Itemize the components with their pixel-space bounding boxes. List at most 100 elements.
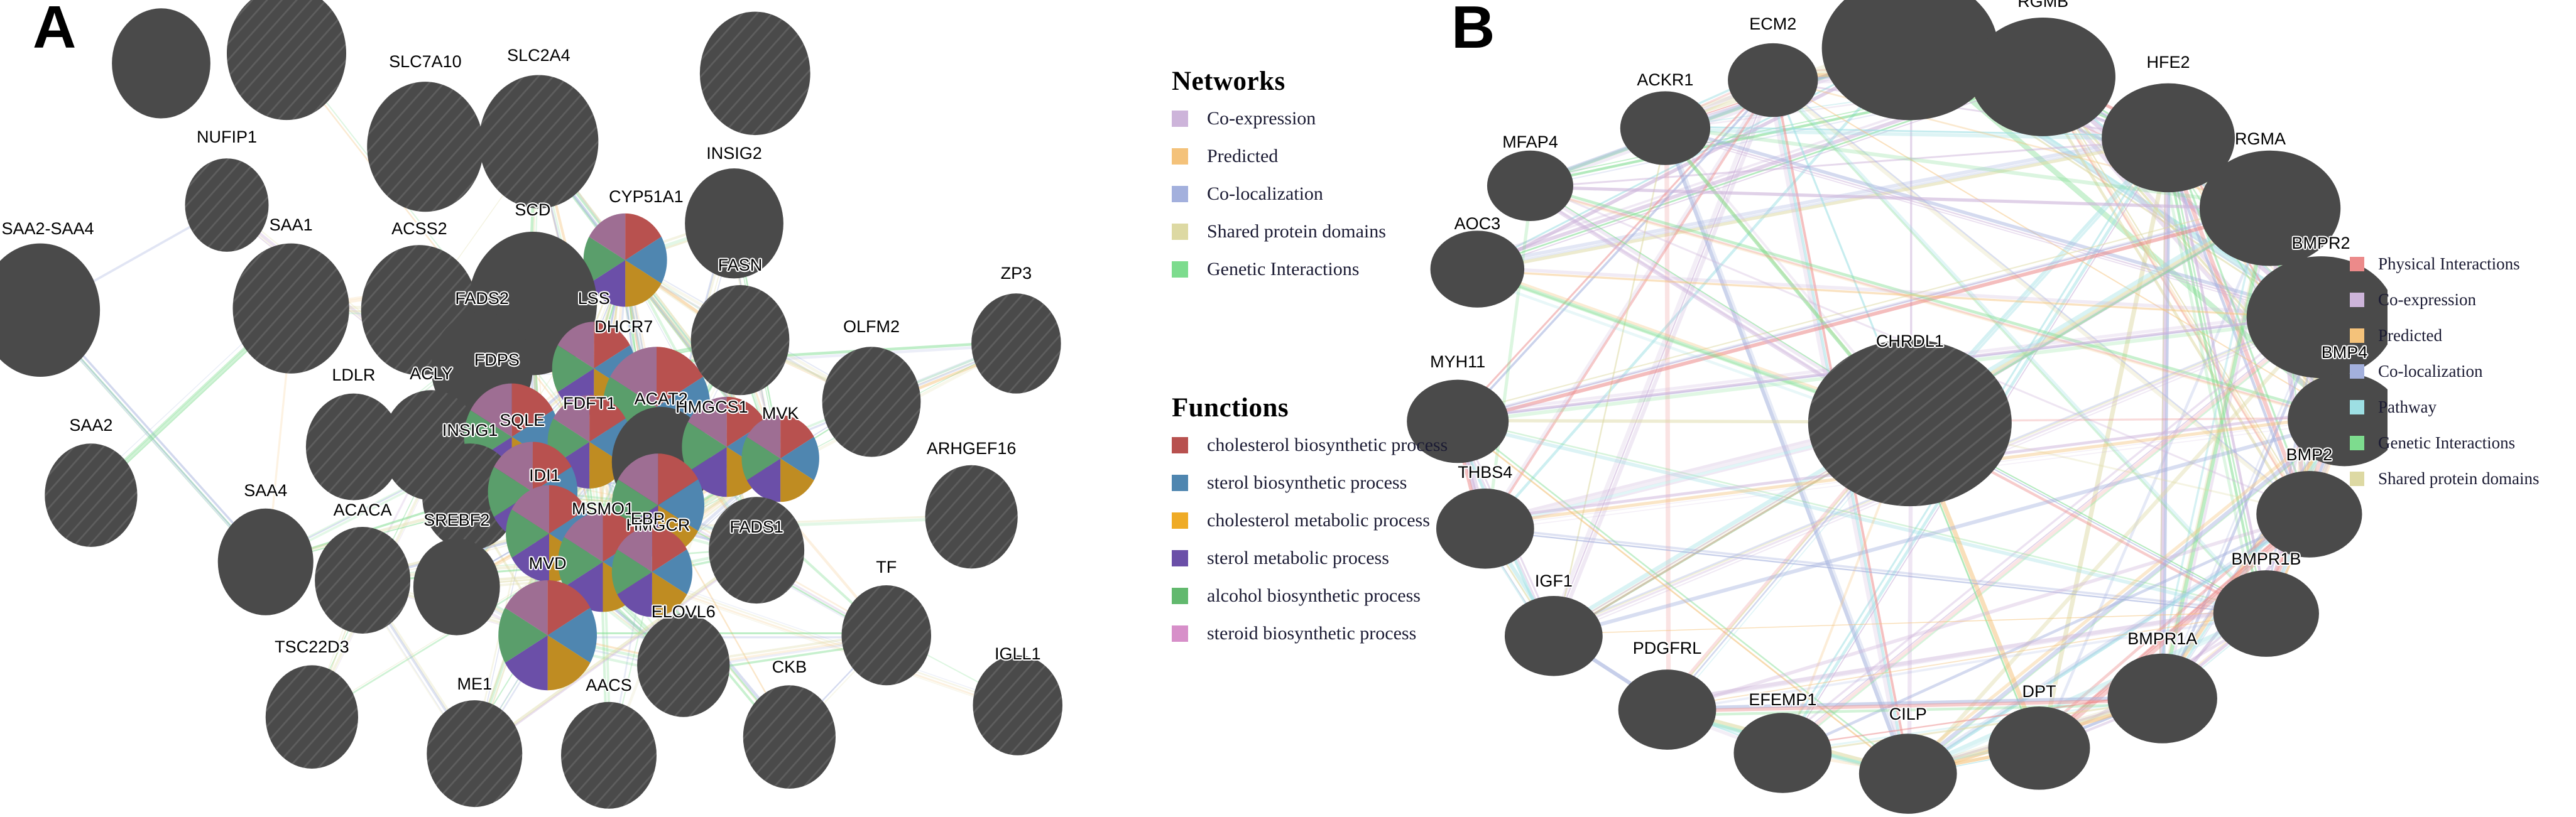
network-node[interactable] (1858, 733, 1957, 814)
panel-b-networks-legend-item-swatch-icon (2350, 257, 2364, 271)
functions-legend-item-swatch-icon (1172, 550, 1188, 566)
network-node[interactable] (925, 465, 1018, 569)
network-node[interactable] (427, 700, 523, 808)
node-hatched-disc (925, 465, 1018, 569)
networks-legend: Networks Co-expression Predicted Co-locali… (1172, 66, 1386, 296)
node-disc (1436, 489, 1534, 569)
node-hatched-disc (185, 158, 269, 252)
network-node[interactable] (1970, 18, 2115, 136)
networks-legend-item-row: Co-localization (1172, 183, 1386, 205)
network-node[interactable] (2213, 570, 2319, 657)
node-disc (1430, 230, 1525, 308)
network-node[interactable] (685, 168, 783, 279)
panel-b-networks-legend-item-swatch-icon (2350, 364, 2364, 379)
network-node[interactable] (2256, 470, 2362, 558)
functions-legend-item-row: steroid biosynthetic process (1172, 623, 1448, 644)
functions-legend-item-label: alcohol biosynthetic process (1207, 585, 1421, 606)
network-node[interactable] (690, 285, 790, 396)
panel-b-networks-legend-item-label: Pathway (2378, 398, 2437, 416)
network-node[interactable] (1808, 339, 2012, 507)
node-disc (112, 8, 210, 119)
node-hatched-disc (699, 11, 810, 136)
network-node[interactable] (479, 75, 599, 208)
node-disc (2107, 653, 2217, 744)
network-node[interactable] (699, 11, 810, 136)
network-edge (1664, 126, 1671, 712)
functions-legend-item-swatch-icon (1172, 588, 1188, 604)
panel-b-networks-legend-item-label: Co-expression (2378, 290, 2476, 309)
networks-legend-item-row: Co-expression (1172, 108, 1386, 129)
node-hatched-disc (265, 665, 358, 769)
network-node[interactable] (232, 243, 349, 374)
network-node[interactable] (45, 443, 138, 547)
network-node[interactable] (1733, 713, 1832, 793)
node-hatched-disc (743, 685, 836, 789)
network-node[interactable] (1430, 230, 1525, 308)
network-node[interactable] (1988, 706, 2090, 790)
network-node[interactable] (743, 685, 836, 789)
networks-legend-item-swatch-icon (1172, 261, 1188, 278)
node-hatched-disc (45, 443, 138, 547)
functions-legend-item-label: cholesterol biosynthetic process (1207, 435, 1448, 455)
network-node[interactable] (227, 0, 346, 121)
panel-b-networks-legend-item-row: Pathway (2350, 398, 2539, 417)
node-disc (2213, 570, 2319, 657)
functions-legend-item-row: sterol metabolic process (1172, 548, 1448, 569)
node-disc (1858, 733, 1957, 814)
functions-legend-item-row: cholesterol biosynthetic process (1172, 435, 1448, 456)
node-hatched-disc (232, 243, 349, 374)
network-node[interactable] (217, 508, 314, 615)
node-disc (685, 168, 783, 279)
network-node[interactable] (112, 8, 210, 119)
panel-b-networks-legend-item-label: Shared protein domains (2378, 469, 2540, 488)
panel-b-network-graph (1407, 0, 2388, 814)
network-node[interactable] (1618, 669, 1716, 750)
network-node[interactable] (1728, 43, 1818, 117)
network-node[interactable] (561, 701, 657, 809)
panel-b-networks-legend-item-row: Predicted (2350, 326, 2539, 345)
network-node[interactable] (1436, 489, 1534, 569)
network-node[interactable] (1620, 91, 1711, 165)
network-node[interactable] (2199, 150, 2341, 266)
node-hatched-disc (479, 75, 599, 208)
panel-b-networks-legend-item-label: Physical Interactions (2378, 254, 2520, 273)
panel-b-networks-legend-item-swatch-icon (2350, 293, 2364, 307)
networks-legend-item-row: Predicted (1172, 146, 1386, 167)
functions-legend-item-label: sterol biosynthetic process (1207, 472, 1407, 493)
panel-b-networks-legend-item-row: Genetic Interactions (2350, 433, 2539, 453)
network-node[interactable] (841, 585, 932, 686)
node-hatched-disc (227, 0, 346, 121)
network-node[interactable] (973, 655, 1063, 755)
network-node[interactable] (637, 614, 730, 717)
network-node[interactable] (413, 538, 500, 636)
network-node[interactable] (315, 527, 411, 634)
node-hatched-disc (367, 82, 484, 212)
networks-legend-item-label: Co-localization (1207, 183, 1323, 204)
functions-legend-item-swatch-icon (1172, 625, 1188, 642)
node-hatched-disc (709, 497, 805, 604)
network-node[interactable] (1487, 150, 1573, 222)
functions-legend-item-row: alcohol biosynthetic process (1172, 585, 1448, 607)
node-disc (1733, 713, 1832, 793)
network-node[interactable] (2107, 653, 2217, 744)
network-node[interactable] (741, 415, 819, 502)
network-node[interactable] (1504, 595, 1603, 676)
node-hatched-disc (561, 701, 657, 809)
node-hatched-disc (971, 293, 1061, 394)
network-node[interactable] (185, 158, 269, 252)
network-node[interactable] (709, 497, 805, 604)
network-node[interactable] (265, 665, 358, 769)
networks-legend-item-swatch-icon (1172, 186, 1188, 202)
networks-legend-item-label: Shared protein domains (1207, 221, 1386, 242)
network-node[interactable] (611, 527, 692, 617)
network-node[interactable] (822, 347, 921, 457)
panel-b-networks-legend-item-swatch-icon (2350, 436, 2364, 450)
network-node[interactable] (367, 82, 484, 212)
networks-legend-title: Networks (1172, 67, 1285, 96)
panel-b-networks-legend-item-label: Co-localization (2378, 362, 2483, 381)
network-node[interactable] (971, 293, 1061, 394)
functions-legend-item-swatch-icon (1172, 512, 1188, 529)
panel-b-networks-legend-item-label: Genetic Interactions (2378, 433, 2516, 452)
network-node[interactable] (498, 580, 598, 691)
node-disc (1618, 669, 1716, 750)
